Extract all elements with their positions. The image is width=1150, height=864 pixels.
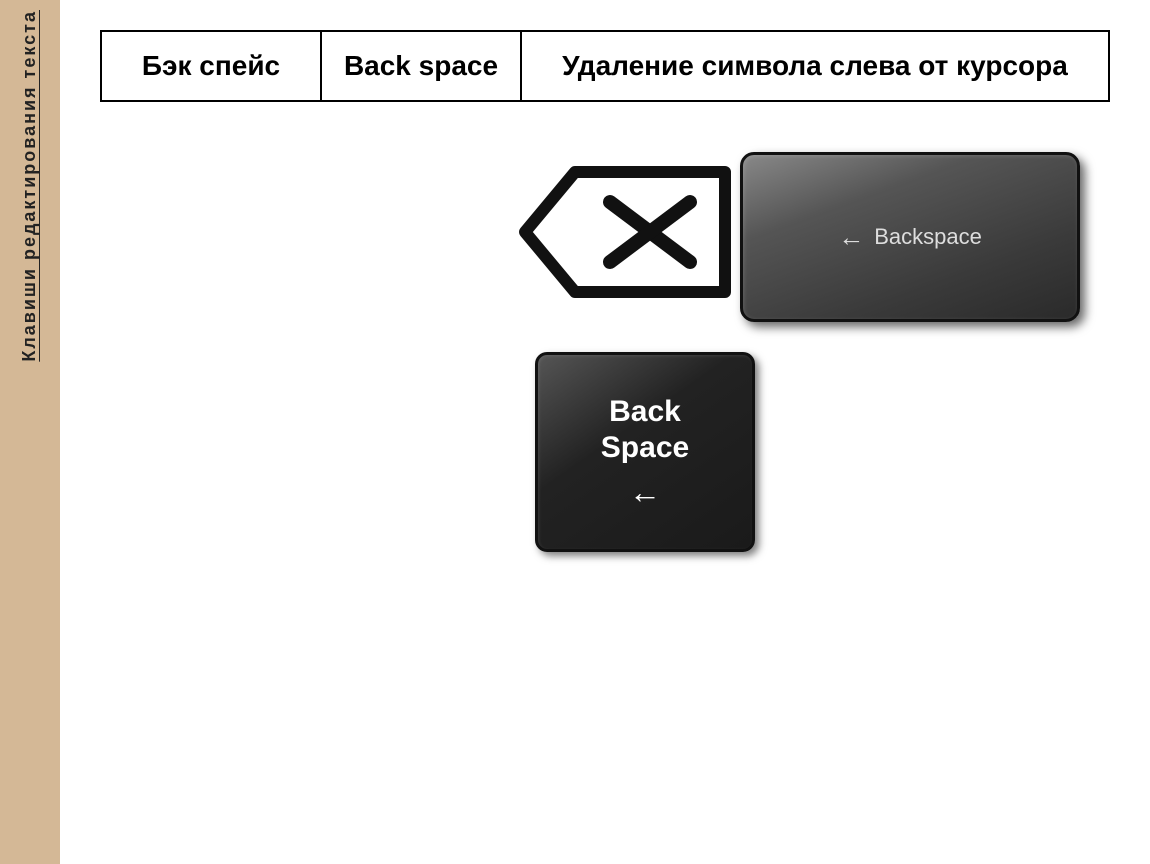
backspace-right-key: ← Backspace	[740, 152, 1080, 322]
right-image-area: ← Backspace	[740, 152, 1080, 322]
table-cell-description: Удаление символа слева от курсора	[521, 31, 1109, 101]
backspace-symbol-icon	[465, 132, 745, 332]
backspace-dark-key: Back Space ←	[535, 352, 755, 552]
right-key-label: Backspace	[874, 224, 982, 250]
main-content: Бэк спейс Back space Удаление символа сл…	[60, 0, 1150, 864]
info-table: Бэк спейс Back space Удаление символа сл…	[100, 30, 1110, 102]
sidebar-label: Клавиши редактирования текста	[18, 10, 41, 362]
table-cell-english: Back space	[321, 31, 521, 101]
key-arrow: ←	[629, 474, 661, 511]
sidebar: Клавиши редактирования текста	[0, 0, 60, 864]
key-text-line1: Back Space	[601, 394, 689, 466]
table-cell-russian: Бэк спейс	[101, 31, 321, 101]
images-area: Back Space ← ← Backspace	[100, 132, 1110, 834]
right-key-arrow: ←	[838, 222, 864, 253]
